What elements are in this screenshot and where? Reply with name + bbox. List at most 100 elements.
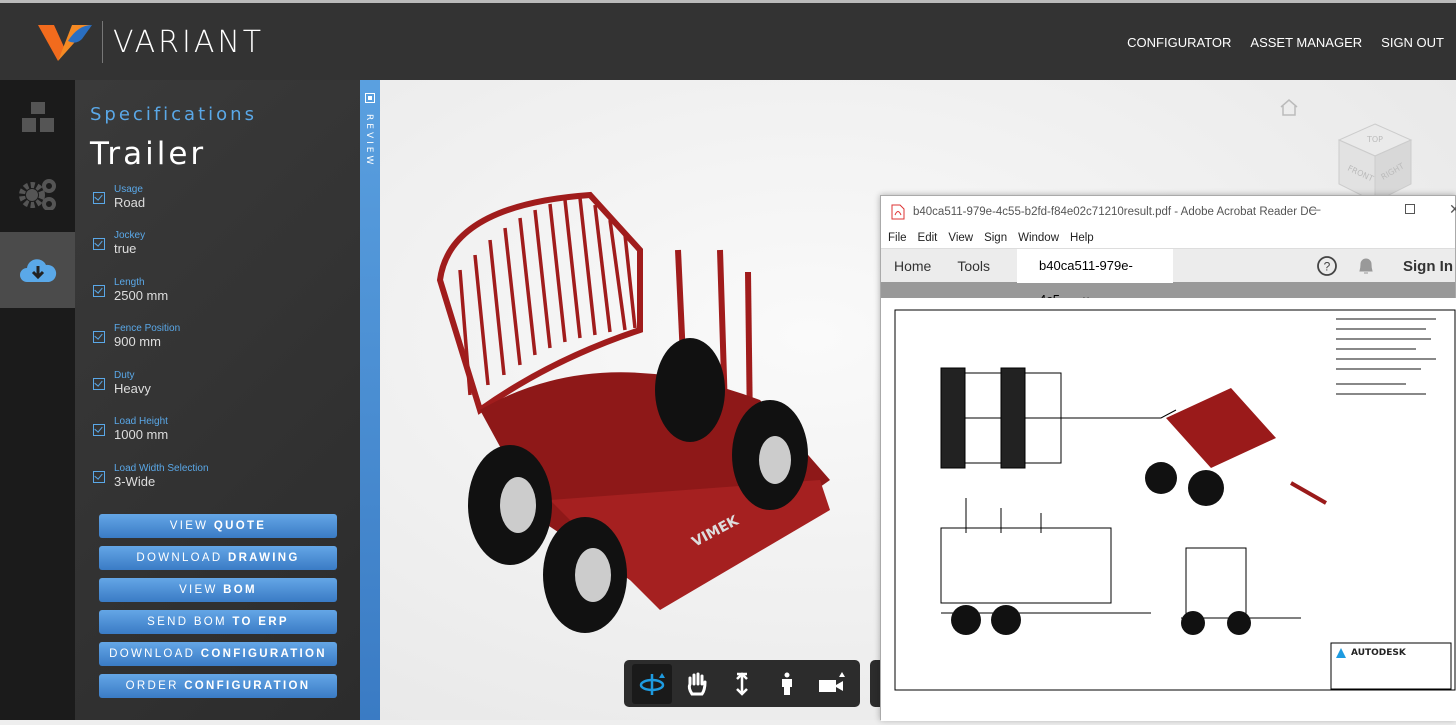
review-tab[interactable]: REVIEW: [360, 80, 380, 720]
camera-tool[interactable]: [812, 664, 852, 704]
option-jockey[interactable]: Jockey true: [93, 230, 145, 256]
menu-help[interactable]: Help: [1070, 232, 1094, 244]
cube-top-label: TOP: [1366, 135, 1383, 144]
button-label-bold: TO ERP: [232, 616, 289, 628]
viewer-toolbar: [624, 660, 860, 707]
autodesk-logo-text: AUTODESK: [1351, 648, 1407, 658]
notifications-bell-icon[interactable]: [1357, 256, 1375, 276]
menu-bar: File Edit View Sign Window Help: [881, 228, 1455, 248]
tab-tools[interactable]: Tools: [944, 258, 1003, 274]
rail-item-assets[interactable]: [0, 80, 75, 156]
button-label: DOWNLOAD: [109, 648, 201, 660]
option-label: Load Width Selection: [114, 463, 209, 474]
menu-window[interactable]: Window: [1018, 232, 1059, 244]
option-load-height[interactable]: Load Height 1000 mm: [93, 416, 168, 442]
send-bom-to-erp-button[interactable]: SEND BOM TO ERP: [99, 610, 337, 634]
close-window-button[interactable]: ✕: [1449, 201, 1456, 218]
download-drawing-button[interactable]: DOWNLOAD DRAWING: [99, 546, 337, 570]
button-label: DOWNLOAD: [136, 552, 228, 564]
option-value: 3-Wide: [114, 474, 156, 489]
checkbox-icon[interactable]: [93, 238, 105, 250]
option-fence-position[interactable]: Fence Position 900 mm: [93, 323, 180, 349]
nav-configurator[interactable]: CONFIGURATOR: [1127, 35, 1231, 50]
rail-item-settings[interactable]: [0, 156, 75, 232]
variant-logo[interactable]: VARIANT: [38, 21, 264, 63]
camera-icon: [818, 671, 845, 692]
home-icon[interactable]: [1279, 98, 1299, 116]
view-quote-button[interactable]: VIEW QUOTE: [99, 514, 337, 538]
walk-icon: [781, 672, 792, 695]
order-configuration-button[interactable]: ORDER CONFIGURATION: [99, 674, 337, 698]
menu-view[interactable]: View: [948, 232, 973, 244]
menu-edit[interactable]: Edit: [918, 232, 938, 244]
help-icon[interactable]: ?: [1316, 255, 1338, 277]
variant-logo-icon: [38, 25, 92, 61]
pdf-icon: [891, 204, 905, 220]
option-value: 2500 mm: [114, 288, 169, 303]
checkbox-icon[interactable]: [93, 192, 105, 204]
product-title: Trailer: [90, 136, 207, 172]
option-duty[interactable]: Duty Heavy: [93, 370, 151, 396]
app-header: VARIANT CONFIGURATOR ASSET MANAGER SIGN …: [0, 0, 1456, 80]
option-label: Jockey: [114, 230, 146, 241]
specifications-panel: Specifications Trailer Usage Road Jockey t…: [75, 80, 360, 720]
button-label-bold: CONFIGURATION: [184, 680, 311, 692]
option-load-width[interactable]: Load Width Selection 3-Wide: [93, 463, 209, 489]
icon-rail: [0, 80, 75, 720]
menu-sign[interactable]: Sign: [984, 232, 1007, 244]
nav-asset-manager[interactable]: ASSET MANAGER: [1250, 35, 1362, 50]
checkbox-icon[interactable]: [93, 285, 105, 297]
svg-text:?: ?: [1324, 260, 1331, 274]
technical-drawing: AUTODESK: [894, 309, 1456, 691]
checkbox-icon[interactable]: [93, 378, 105, 390]
rail-item-download[interactable]: [0, 232, 75, 308]
nav-sign-out[interactable]: SIGN OUT: [1381, 35, 1444, 50]
zoom-icon: [736, 671, 748, 696]
download-configuration-button[interactable]: DOWNLOAD CONFIGURATION: [99, 642, 337, 666]
minimize-button[interactable]: —: [1309, 204, 1321, 216]
menu-file[interactable]: File: [888, 232, 907, 244]
acrobat-tabs: Home Tools b40ca511-979e-4c5... × ? Sign…: [881, 248, 1455, 307]
tab-document[interactable]: b40ca511-979e-4c5... ×: [1017, 248, 1174, 307]
orbit-icon: [640, 672, 666, 695]
maximize-button[interactable]: [1405, 204, 1415, 214]
review-label: REVIEW: [364, 114, 374, 168]
button-label: VIEW: [179, 584, 224, 596]
option-label: Usage: [114, 184, 143, 195]
boxes-icon: [21, 102, 54, 132]
option-length[interactable]: Length 2500 mm: [93, 277, 168, 303]
orbit-tool[interactable]: [632, 663, 673, 704]
gears-icon: [18, 179, 56, 210]
option-value: Road: [114, 195, 146, 210]
option-value: true: [114, 241, 137, 256]
view-cube[interactable]: TOP FRONT RIGHT: [1335, 120, 1415, 206]
trailer-model[interactable]: VIMEK: [400, 180, 880, 640]
option-usage[interactable]: Usage Road: [93, 184, 145, 210]
tab-home[interactable]: Home: [881, 258, 944, 274]
zoom-tool[interactable]: [722, 664, 762, 704]
button-label: SEND BOM: [147, 616, 233, 628]
option-label: Load Height: [114, 416, 168, 427]
option-label: Duty: [114, 370, 135, 381]
checkbox-icon[interactable]: [93, 424, 105, 436]
pdf-drawing-page[interactable]: AUTODESK: [881, 298, 1456, 721]
button-label-bold: CONFIGURATION: [200, 648, 327, 660]
top-nav: CONFIGURATOR ASSET MANAGER SIGN OUT: [1127, 35, 1444, 50]
pan-tool[interactable]: [677, 664, 717, 704]
button-label-bold: QUOTE: [213, 520, 267, 532]
option-label: Fence Position: [114, 323, 181, 334]
walk-tool[interactable]: [767, 664, 807, 704]
window-titlebar: b40ca511-979e-4c55-b2fd-f84e02c71210resu…: [881, 196, 1456, 228]
option-value: 1000 mm: [114, 427, 169, 442]
checkbox-icon[interactable]: [93, 331, 105, 343]
sign-in-button[interactable]: Sign In: [1403, 258, 1453, 275]
checkbox-icon[interactable]: [93, 471, 105, 483]
button-label-bold: BOM: [223, 584, 257, 596]
panel-subtitle: Specifications: [90, 104, 257, 125]
button-label: VIEW: [169, 520, 214, 532]
expand-icon: [365, 93, 375, 103]
acrobat-window: b40ca511-979e-4c55-b2fd-f84e02c71210resu…: [880, 195, 1456, 721]
option-value: Heavy: [114, 381, 151, 396]
brand-name: VARIANT: [113, 24, 265, 60]
view-bom-button[interactable]: VIEW BOM: [99, 578, 337, 602]
